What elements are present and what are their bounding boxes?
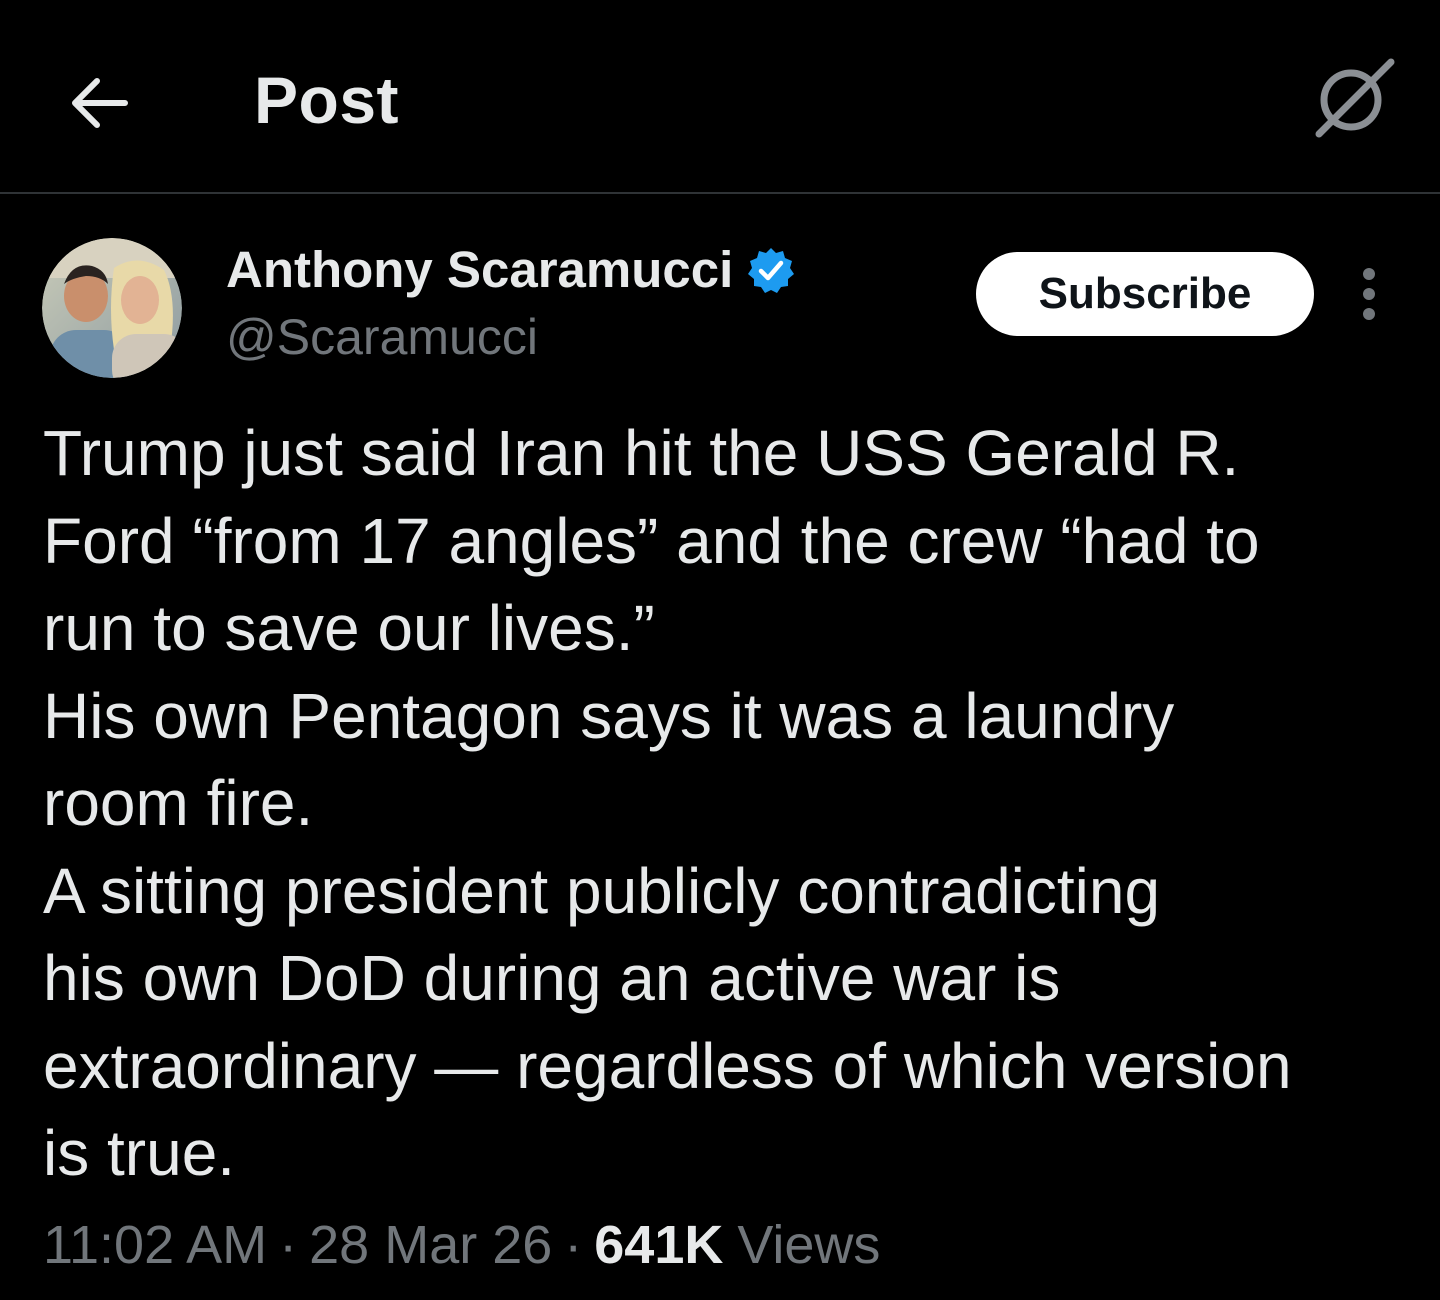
views-count[interactable]: 641K (594, 1214, 723, 1276)
display-name[interactable]: Anthony Scaramucci (226, 240, 733, 299)
grok-icon (1315, 58, 1395, 138)
post-text-line: His own Pentagon says it was a laundry (43, 679, 1175, 752)
post-metadata: 11:02 AM · 28 Mar 26 · 641K Views (43, 1214, 880, 1276)
page-title: Post (254, 63, 400, 137)
post-text-line: Ford “from 17 angles” and the crew “had … (43, 504, 1260, 577)
avatar[interactable] (42, 238, 182, 378)
arrow-left-icon (72, 78, 128, 128)
views-label[interactable]: Views (737, 1214, 880, 1276)
profile-photo (42, 238, 182, 378)
meta-separator: · (564, 1215, 583, 1275)
subscribe-button[interactable]: Subscribe (976, 252, 1314, 336)
post-text-line: room fire. (43, 767, 314, 839)
top-bar: Post (0, 0, 1440, 194)
grok-button[interactable] (1308, 56, 1398, 140)
post-text-line: run to save our lives.” (43, 592, 655, 664)
display-name-line: Anthony Scaramucci (226, 240, 795, 299)
meta-separator: · (279, 1215, 298, 1275)
more-button[interactable] (1346, 264, 1392, 324)
user-handle[interactable]: @Scaramucci (226, 308, 538, 366)
post-text-line: A sitting president publicly contradicti… (43, 854, 1161, 927)
post-text-line: his own DoD during an active war is (43, 942, 1061, 1014)
post-text-line: Trump just said Iran hit the USS Gerald … (43, 417, 1240, 489)
verified-badge-icon (748, 247, 795, 293)
author-row: Anthony Scaramucci @Scaramucci Subscribe (0, 236, 1440, 386)
back-button[interactable] (58, 68, 138, 138)
post-text-line: extraordinary — regardless of which vers… (43, 1029, 1292, 1102)
post-text-line: is true. (43, 1117, 236, 1189)
more-vertical-icon (1363, 268, 1375, 320)
post-time[interactable]: 11:02 AM (43, 1214, 267, 1276)
post-date[interactable]: 28 Mar 26 (309, 1214, 552, 1276)
post-text: Trump just said Iran hit the USS Gerald … (43, 410, 1403, 1198)
